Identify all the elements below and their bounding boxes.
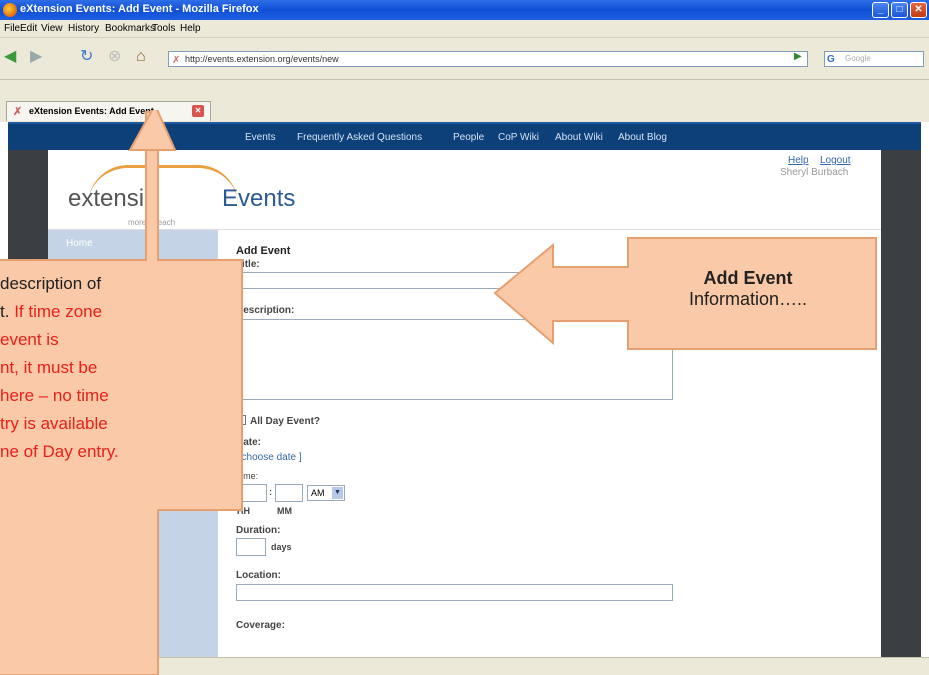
- hh-label: HH: [237, 506, 250, 516]
- description-textarea[interactable]: [236, 319, 673, 400]
- all-day-checkbox[interactable]: [236, 415, 246, 425]
- add-event-callout-text: Add Event Information…..: [628, 268, 868, 310]
- coverage-label: Coverage:: [236, 620, 285, 631]
- status-text: Done: [6, 661, 28, 671]
- firefox-icon: [3, 3, 17, 17]
- ampm-select[interactable]: AM ▼: [307, 485, 345, 501]
- nav-faq[interactable]: Frequently Asked Questions: [297, 132, 422, 143]
- google-icon: G: [827, 54, 835, 65]
- site-navigation: Events Frequently Asked Questions People…: [8, 122, 921, 150]
- reload-icon[interactable]: ↻: [80, 48, 93, 66]
- sidebar-item-home[interactable]: Home: [66, 238, 93, 249]
- forward-icon[interactable]: ▶: [30, 48, 42, 66]
- logout-link[interactable]: Logout: [820, 155, 851, 166]
- nav-cop-wiki[interactable]: CoP Wiki: [498, 132, 539, 143]
- menu-bar: File Edit View History Bookmarks Tools H…: [0, 20, 929, 38]
- callout-line-2b: If time zone: [14, 302, 103, 321]
- menu-bookmarks[interactable]: Bookmarks: [105, 23, 155, 34]
- callout-info: Information…..: [688, 289, 808, 309]
- all-day-label: All Day Event?: [250, 416, 321, 427]
- search-placeholder: Google: [845, 54, 871, 63]
- tab-add-event[interactable]: ✗ eXtension Events: Add Event ✕: [6, 101, 211, 121]
- tab-strip: ✗ eXtension Events: Add Event ✕: [0, 80, 929, 122]
- close-tab-icon[interactable]: ✕: [192, 105, 204, 117]
- window-titlebar: eXtension Events: Add Event - Mozilla Fi…: [0, 0, 929, 20]
- hour-input[interactable]: [236, 484, 267, 502]
- description-label: Description:: [236, 305, 295, 316]
- maximize-button[interactable]: □: [891, 2, 908, 18]
- duration-label: Duration:: [236, 525, 281, 536]
- url-input[interactable]: ✗ http://events.extension.org/events/new: [168, 51, 808, 67]
- callout-line-1: description of: [0, 274, 102, 293]
- stop-icon[interactable]: ⊗: [108, 48, 121, 66]
- callout-line-4: nt, it must be: [0, 358, 98, 377]
- nav-about-blog[interactable]: About Blog: [618, 132, 667, 143]
- minimize-button[interactable]: _: [872, 2, 889, 18]
- location-input[interactable]: [236, 584, 673, 601]
- nav-about-wiki[interactable]: About Wiki: [555, 132, 603, 143]
- callout-line-2: t. If time zone: [0, 298, 102, 326]
- duration-input[interactable]: [236, 538, 266, 556]
- menu-edit[interactable]: Edit: [20, 23, 37, 34]
- location-label: Location:: [236, 570, 281, 581]
- site-header: extensio Events more... reach Help Logou…: [48, 150, 881, 230]
- choose-date-link[interactable]: [ choose date ]: [236, 452, 302, 463]
- minute-input[interactable]: [275, 484, 303, 502]
- callout-line-3: event is: [0, 330, 59, 349]
- menu-tools[interactable]: Tools: [152, 23, 175, 34]
- callout-line-6: try is available: [0, 414, 108, 433]
- date-label: Date:: [236, 437, 262, 448]
- callout-heading: Add Event: [703, 268, 793, 288]
- close-window-button[interactable]: ✕: [910, 2, 927, 18]
- ampm-value: AM: [311, 488, 325, 498]
- tab-favicon-icon: ✗: [13, 106, 23, 118]
- chevron-down-icon: ▼: [332, 487, 343, 499]
- time-label: Time:: [236, 471, 259, 481]
- nav-events[interactable]: Events: [245, 132, 276, 143]
- mm-label: MM: [277, 506, 292, 516]
- user-name: Sheryl Burbach: [780, 167, 849, 178]
- back-icon[interactable]: ◀: [4, 48, 16, 66]
- search-input[interactable]: G Google: [824, 51, 924, 67]
- status-bar: Done: [0, 657, 929, 675]
- title-input[interactable]: [236, 272, 673, 289]
- callout-line-7: ne of Day entry.: [0, 442, 119, 461]
- days-label: days: [271, 542, 292, 552]
- url-text: http://events.extension.org/events/new: [185, 54, 339, 64]
- tab-label: eXtension Events: Add Event: [29, 106, 154, 116]
- logo-tagline: more... reach: [128, 218, 176, 227]
- extension-logo: extensio: [68, 185, 158, 212]
- menu-file[interactable]: File: [4, 23, 20, 34]
- help-link[interactable]: Help: [788, 155, 809, 166]
- menu-help[interactable]: Help: [180, 23, 201, 34]
- browser-viewport: Events Frequently Asked Questions People…: [8, 122, 921, 657]
- navigation-toolbar: ◀ ▶ ↻ ⊗ ⌂ ✗ http://events.extension.org/…: [0, 38, 929, 80]
- menu-view[interactable]: View: [41, 23, 63, 34]
- title-label: Title:: [236, 259, 260, 270]
- callout-line-2a: t.: [0, 302, 10, 321]
- menu-history[interactable]: History: [68, 23, 99, 34]
- form-heading: Add Event: [236, 245, 291, 257]
- window-title: eXtension Events: Add Event - Mozilla Fi…: [20, 3, 259, 15]
- events-logo: Events: [222, 185, 296, 212]
- callout-line-5: here – no time: [0, 386, 109, 405]
- go-icon[interactable]: ▶: [794, 51, 802, 62]
- site-favicon-icon: ✗: [172, 55, 181, 66]
- nav-people[interactable]: People: [453, 132, 484, 143]
- home-icon[interactable]: ⌂: [136, 48, 146, 66]
- time-colon: :: [269, 487, 272, 497]
- page-body: extensio Events more... reach Help Logou…: [48, 150, 881, 657]
